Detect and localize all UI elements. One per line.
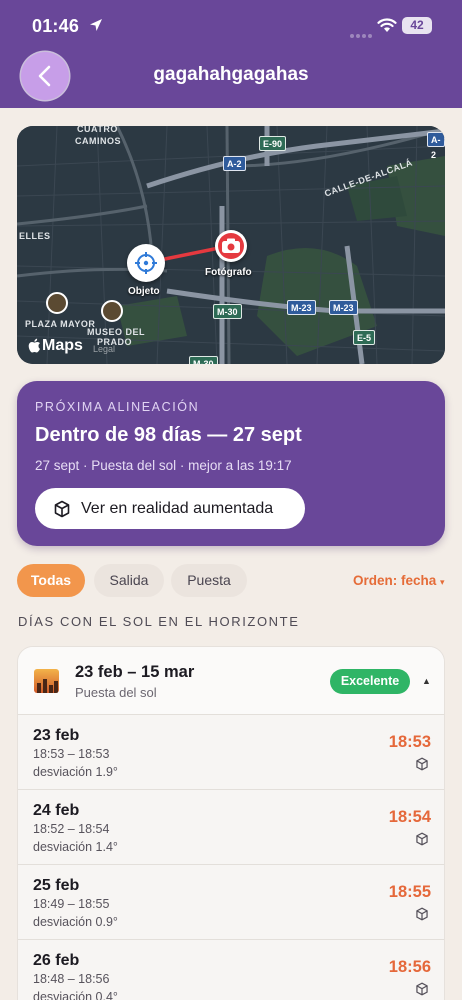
status-time: 01:46 bbox=[32, 16, 80, 36]
map-label: ELLES bbox=[19, 231, 51, 241]
section-title: DÍAS CON EL SOL EN EL HORIZONTE bbox=[18, 614, 300, 629]
road-sign: M-30 bbox=[213, 304, 242, 319]
ar-cube-icon bbox=[54, 500, 70, 518]
filter-chip-all[interactable]: Todas bbox=[17, 564, 85, 597]
header-bar: 01:46 42 gagahahgagahas bbox=[0, 0, 462, 108]
sunset-thumbnail-icon bbox=[34, 669, 59, 693]
ar-cube-icon[interactable] bbox=[415, 982, 429, 996]
location-arrow-icon bbox=[90, 19, 102, 31]
collapse-caret-icon[interactable]: ▲ bbox=[422, 676, 431, 686]
day-row[interactable]: 24 feb 18:52 – 18:54 desviación 1.4° 18:… bbox=[18, 790, 444, 865]
ar-cube-icon[interactable] bbox=[415, 907, 429, 921]
day-date: 23 feb bbox=[33, 727, 80, 744]
road-sign: M-23 bbox=[329, 300, 358, 315]
day-best-time: 18:53 bbox=[388, 733, 431, 751]
map-label: PLAZA MAYOR bbox=[25, 319, 96, 329]
day-window: 18:49 – 18:55 bbox=[33, 897, 110, 911]
object-pin-label: Objeto bbox=[128, 286, 160, 297]
day-window: 18:52 – 18:54 bbox=[33, 822, 110, 836]
photographer-pin[interactable] bbox=[215, 230, 247, 262]
next-alignment-kicker: PRÓXIMA ALINEACIÓN bbox=[35, 400, 200, 414]
day-best-time: 18:56 bbox=[388, 958, 431, 976]
group-header[interactable]: 23 feb – 15 mar Puesta del sol Excelente… bbox=[18, 647, 444, 715]
day-row[interactable]: 23 feb 18:53 – 18:53 desviación 1.9° 18:… bbox=[18, 715, 444, 790]
wifi-icon bbox=[377, 18, 397, 32]
object-pin[interactable] bbox=[127, 244, 165, 282]
road-sign: A-2 bbox=[427, 132, 445, 160]
ar-view-button-label: Ver en realidad aumentada bbox=[81, 500, 274, 517]
road-sign: E-5 bbox=[353, 330, 376, 345]
day-window: 18:48 – 18:56 bbox=[33, 972, 110, 986]
map-label: CAMINOS bbox=[75, 136, 121, 146]
day-date: 26 feb bbox=[33, 952, 80, 969]
ar-view-button[interactable]: Ver en realidad aumentada bbox=[35, 488, 305, 529]
battery-indicator: 42 bbox=[402, 17, 432, 34]
plaza-mayor-poi-icon[interactable] bbox=[46, 292, 68, 314]
map-label: CUATRO bbox=[77, 126, 118, 134]
day-deviation: desviación 1.4° bbox=[33, 840, 118, 854]
maps-attribution-text: Maps bbox=[42, 337, 83, 354]
day-deviation: desviación 1.9° bbox=[33, 765, 118, 779]
day-best-time: 18:55 bbox=[388, 883, 431, 901]
next-alignment-title: Dentro de 98 días — 27 sept bbox=[35, 424, 302, 446]
road-sign: A-2 bbox=[223, 156, 246, 171]
road-sign: M-23 bbox=[287, 300, 316, 315]
filter-chip-sunset[interactable]: Puesta bbox=[171, 564, 247, 597]
map-legal-link[interactable]: Legal bbox=[93, 344, 115, 354]
apple-logo-icon bbox=[28, 338, 40, 353]
road-sign: E-90 bbox=[259, 136, 287, 151]
day-row[interactable]: 26 feb 18:48 – 18:56 desviación 0.4° 18:… bbox=[18, 940, 444, 1000]
museo-prado-poi-icon[interactable] bbox=[101, 300, 123, 322]
cellular-signal-icon bbox=[350, 25, 374, 43]
next-alignment-subtitle: 27 sept · Puesta del sol · mejor a las 1… bbox=[35, 458, 292, 473]
day-row[interactable]: 25 feb 18:49 – 18:55 desviación 0.9° 18:… bbox=[18, 865, 444, 940]
map-label: MUSEO DEL bbox=[87, 327, 146, 337]
quality-badge: Excelente bbox=[330, 669, 410, 694]
day-date: 25 feb bbox=[33, 877, 80, 894]
day-best-time: 18:54 bbox=[388, 808, 431, 826]
group-date-range: 23 feb – 15 mar bbox=[75, 663, 195, 681]
camera-icon bbox=[222, 238, 240, 253]
chevron-down-icon: ▾ bbox=[440, 577, 445, 587]
ar-cube-icon[interactable] bbox=[415, 832, 429, 846]
day-deviation: desviación 0.9° bbox=[33, 915, 118, 929]
road-sign: M-30 bbox=[189, 356, 218, 364]
day-window: 18:53 – 18:53 bbox=[33, 747, 110, 761]
sun-days-group: 23 feb – 15 mar Puesta del sol Excelente… bbox=[17, 646, 445, 1000]
day-deviation: desviación 0.4° bbox=[33, 990, 118, 1000]
photographer-pin-label: Fotógrafo bbox=[205, 267, 252, 278]
next-alignment-card: PRÓXIMA ALINEACIÓN Dentro de 98 días — 2… bbox=[17, 381, 445, 546]
sort-order-dropdown[interactable]: Orden: fecha ▾ bbox=[353, 573, 445, 588]
status-bar: 01:46 42 bbox=[0, 0, 462, 52]
day-date: 24 feb bbox=[33, 802, 80, 819]
sort-order-label: Orden: fecha bbox=[353, 573, 437, 588]
group-event-type: Puesta del sol bbox=[75, 685, 157, 700]
ar-cube-icon[interactable] bbox=[415, 757, 429, 771]
filter-chip-sunrise[interactable]: Salida bbox=[94, 564, 164, 597]
crosshair-icon bbox=[135, 252, 157, 274]
page-title: gagahahgagahas bbox=[153, 64, 309, 85]
